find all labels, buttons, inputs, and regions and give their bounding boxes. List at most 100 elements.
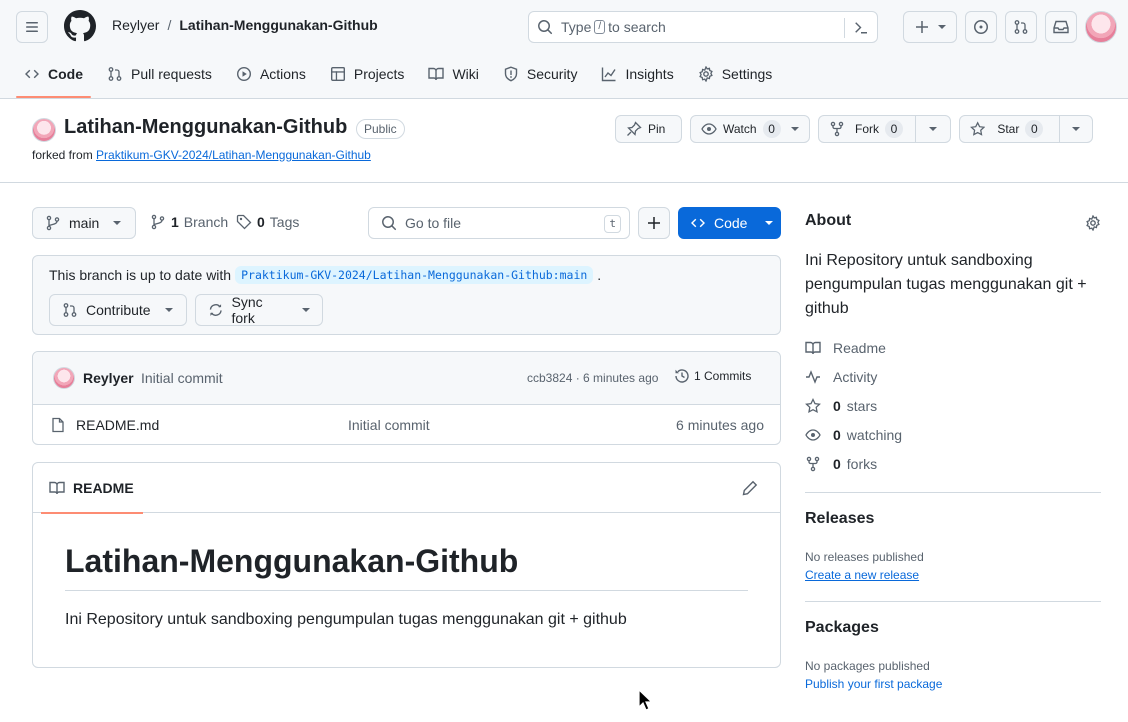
releases-title[interactable]: Releases <box>805 510 874 528</box>
search-icon <box>538 20 553 35</box>
search-placeholder-suffix: to search <box>608 19 666 35</box>
tab-actions[interactable]: Actions <box>228 56 314 92</box>
search-input[interactable]: Type / to search <box>528 11 878 43</box>
inbox-button[interactable] <box>1045 11 1077 43</box>
branches-link[interactable]: 1 Branch <box>150 214 228 230</box>
create-new-button[interactable] <box>903 11 957 43</box>
chevron-down-icon <box>302 308 310 312</box>
tab-code[interactable]: Code <box>16 56 91 98</box>
chevron-down-icon <box>113 221 122 225</box>
create-release-link[interactable]: Create a new release <box>805 568 919 582</box>
tab-insights-label: Insights <box>625 66 674 82</box>
tag-count: 0 <box>257 214 265 230</box>
commit-meta[interactable]: ccb3824 · 6 minutes ago <box>527 371 658 385</box>
readme-link-label: Readme <box>833 340 886 356</box>
github-logo-icon[interactable] <box>64 10 96 42</box>
commit-author-avatar[interactable] <box>53 367 75 389</box>
stars-link[interactable]: 0 stars <box>805 398 877 414</box>
stars-count: 0 <box>833 398 841 414</box>
activity-link[interactable]: Activity <box>805 369 877 385</box>
tab-insights[interactable]: Insights <box>593 56 681 92</box>
star-icon <box>970 121 986 136</box>
tab-projects[interactable]: Projects <box>322 56 413 92</box>
readme-heading: Latihan-Menggunakan-Github <box>65 543 748 591</box>
forked-from: forked from Praktikum-GKV-2024/Latihan-M… <box>32 148 371 162</box>
branch-count: 1 <box>171 214 179 230</box>
code-button[interactable]: Code <box>678 207 781 239</box>
chevron-down-icon <box>164 308 173 312</box>
commits-link[interactable]: 1 Commits <box>674 368 751 384</box>
shield-icon <box>504 66 518 82</box>
visibility-badge: Public <box>356 119 405 139</box>
git-branch-icon <box>151 214 165 230</box>
go-to-file-input[interactable]: Go to file t <box>368 207 630 239</box>
eye-icon <box>701 123 717 135</box>
fork-button[interactable]: Fork 0 <box>818 115 951 143</box>
pin-button[interactable]: Pin <box>615 115 682 143</box>
contribute-button[interactable]: Contribute <box>49 294 187 326</box>
branch-selector[interactable]: main <box>32 207 136 239</box>
file-commit-message[interactable]: Initial commit <box>348 417 430 433</box>
branch-label: Branch <box>183 214 229 230</box>
gear-icon <box>698 66 713 82</box>
tab-security[interactable]: Security <box>495 56 586 92</box>
tab-settings[interactable]: Settings <box>690 56 781 92</box>
commit-author[interactable]: Reylyer <box>83 370 134 386</box>
issues-button[interactable] <box>965 11 997 43</box>
command-palette-icon[interactable] <box>853 20 869 36</box>
table-icon <box>330 67 345 82</box>
watching-link[interactable]: 0 watching <box>805 427 902 443</box>
tab-pull-requests[interactable]: Pull requests <box>99 56 220 92</box>
sync-fork-button[interactable]: Sync fork <box>195 294 323 326</box>
book-icon <box>805 341 821 355</box>
forked-from-link[interactable]: Praktikum-GKV-2024/Latihan-Menggunakan-G… <box>96 148 371 162</box>
tags-link[interactable]: 0 Tags <box>236 214 299 230</box>
tab-wiki[interactable]: Wiki <box>420 56 486 92</box>
gear-icon[interactable] <box>1085 215 1101 231</box>
tab-security-label: Security <box>526 66 578 82</box>
readme-link[interactable]: Readme <box>805 340 886 356</box>
branch-status-end: . <box>597 267 602 283</box>
breadcrumb: Reylyer / Latihan-Menggunakan-Github <box>112 17 378 33</box>
forked-from-label: forked from <box>32 148 93 162</box>
repo-title[interactable]: Latihan-Menggunakan-Github <box>64 116 347 139</box>
pin-icon <box>627 121 642 136</box>
repo-forked-icon <box>806 456 820 472</box>
git-pull-request-icon <box>1014 20 1028 34</box>
file-name[interactable]: README.md <box>76 417 159 433</box>
repo-title-section <box>0 99 1128 183</box>
user-avatar[interactable] <box>1085 11 1117 43</box>
publish-package-link[interactable]: Publish your first package <box>805 677 942 691</box>
commit-message[interactable]: Initial commit <box>141 370 223 386</box>
branch-status-box: This branch is up to date with Praktikum… <box>32 255 781 335</box>
forks-label: forks <box>846 456 878 472</box>
tab-actions-label: Actions <box>259 66 306 82</box>
breadcrumb-owner[interactable]: Reylyer <box>112 17 159 33</box>
readme-header: README <box>33 463 780 514</box>
tab-readme[interactable]: README <box>41 463 143 514</box>
code-icon <box>691 218 705 228</box>
hamburger-icon <box>26 22 38 32</box>
tab-settings-label: Settings <box>721 66 773 82</box>
pencil-icon[interactable] <box>742 480 758 496</box>
watch-button[interactable]: Watch 0 <box>690 115 810 143</box>
repo-owner-avatar[interactable] <box>32 118 56 142</box>
fork-dropdown[interactable] <box>915 116 949 142</box>
star-button[interactable]: Star 0 <box>959 115 1093 143</box>
table-row[interactable]: README.md Initial commit 6 minutes ago <box>33 405 780 445</box>
upstream-ref-link[interactable]: Praktikum-GKV-2024/Latihan-Menggunakan-G… <box>235 266 594 284</box>
sync-icon <box>209 304 222 316</box>
forks-count: 0 <box>833 456 841 472</box>
menu-button[interactable] <box>16 11 48 43</box>
pull-requests-button[interactable] <box>1005 11 1037 43</box>
forks-link[interactable]: 0 forks <box>805 456 877 472</box>
watching-count: 0 <box>833 427 841 443</box>
file-icon <box>52 417 64 433</box>
breadcrumb-repo[interactable]: Latihan-Menggunakan-Github <box>179 17 377 33</box>
pin-label: Pin <box>648 122 666 136</box>
add-file-button[interactable] <box>638 207 670 239</box>
branch-status-text: This branch is up to date with Praktikum… <box>49 266 601 284</box>
plus-icon <box>648 217 660 229</box>
star-dropdown[interactable] <box>1059 116 1092 142</box>
packages-title[interactable]: Packages <box>805 619 879 637</box>
